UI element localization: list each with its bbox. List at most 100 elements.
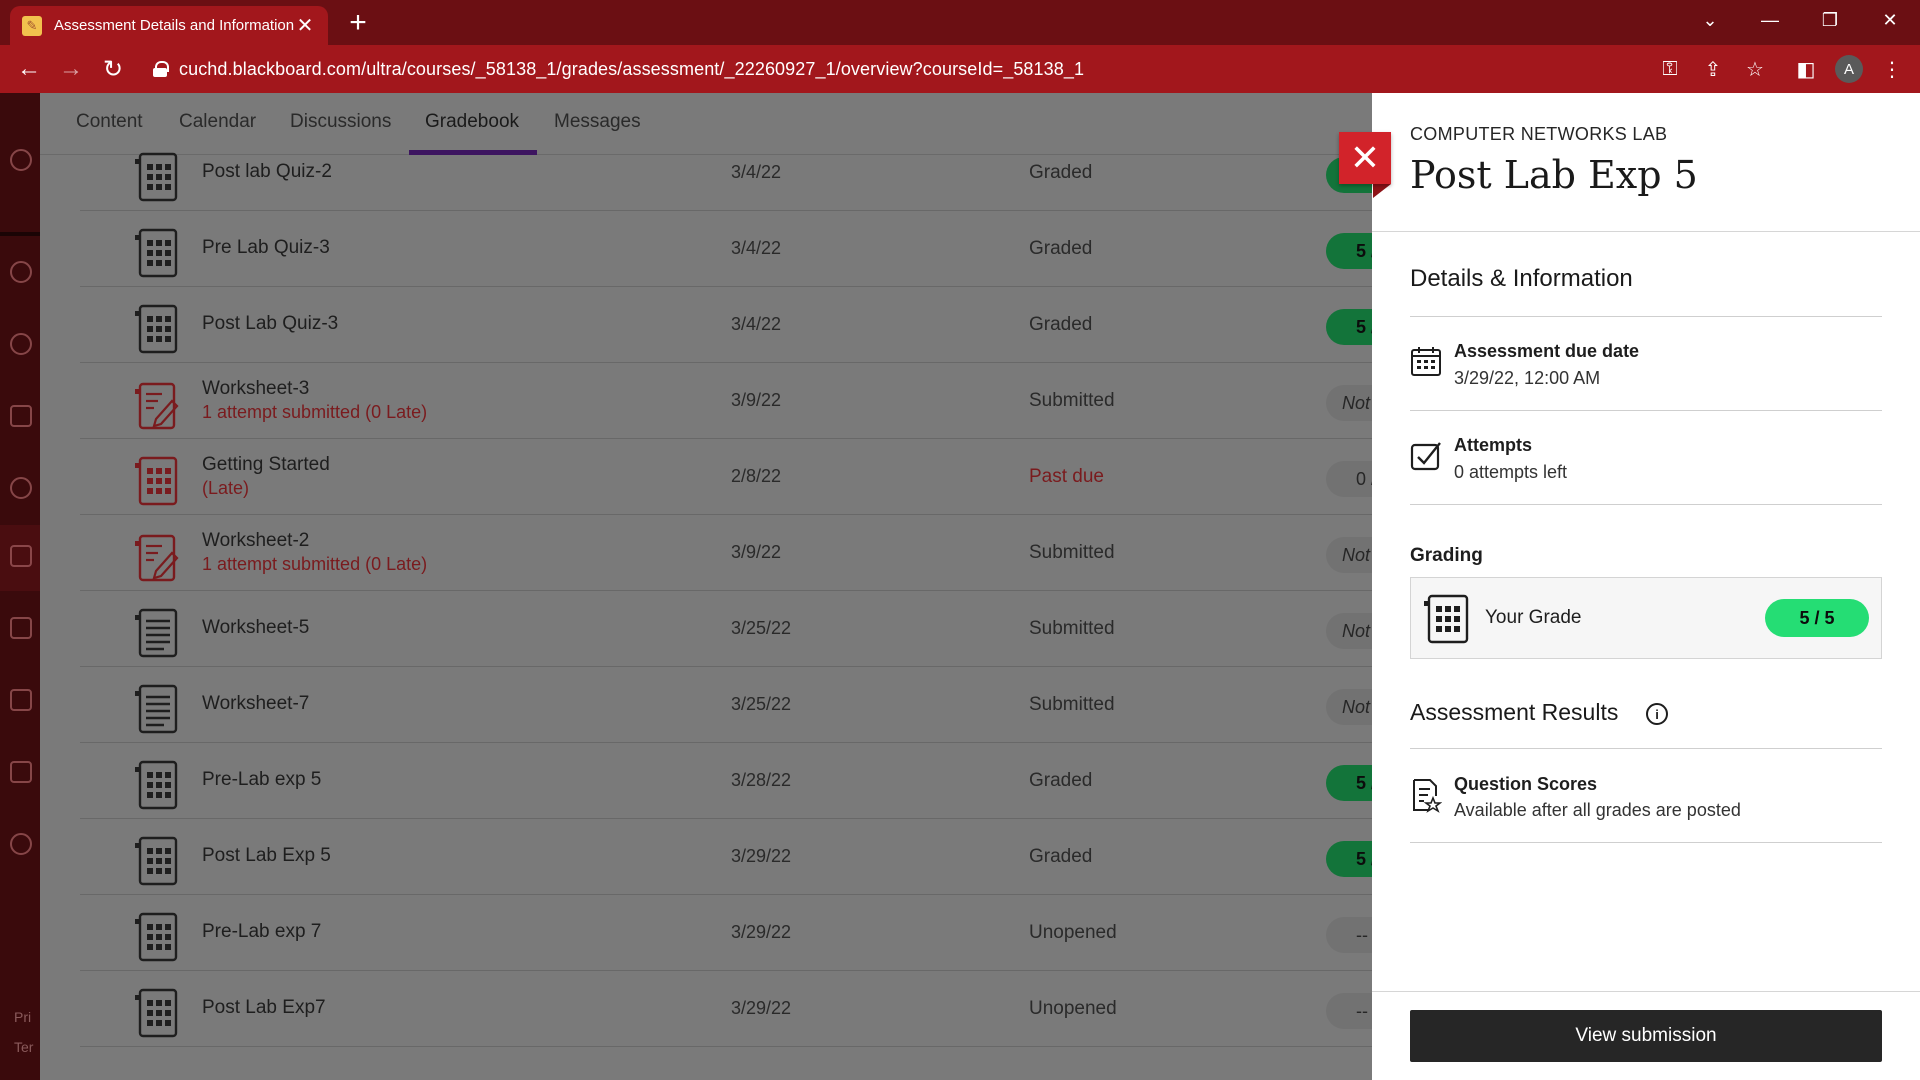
due-date-label: Assessment due date [1454,341,1640,361]
grade-pill[interactable]: 5 / 5 [1326,765,1372,801]
document-icon [132,607,180,658]
assessment-details-panel: COMPUTER NETWORKS LAB Post Lab Exp 5 Det… [1372,93,1920,1080]
grade-pill[interactable]: Not grad [1326,537,1372,573]
grade-pill[interactable]: -- / 5 [1326,993,1372,1029]
gradebook-row[interactable]: Getting Started(Late) 2/8/22 Past due 0 / 0 [80,439,1372,515]
messages-icon[interactable] [10,617,32,639]
item-title[interactable]: Worksheet-5 [202,617,309,639]
grade-pill[interactable]: Not grad [1326,613,1372,649]
view-submission-button[interactable]: View submission [1410,1010,1882,1062]
tab-search-icon[interactable]: ⌄ [1680,0,1740,40]
status-text: Graded [1029,314,1093,335]
grade-pill[interactable]: Not grad [1326,385,1372,421]
item-title[interactable]: Post lab Quiz-2 [202,161,332,183]
globe-icon[interactable] [10,333,32,355]
item-title[interactable]: Post Lab Exp 5 [202,845,331,867]
item-title[interactable]: Worksheet-3 [202,378,309,400]
privacy-link[interactable]: Pri [14,1009,31,1025]
gradebook-row[interactable]: Worksheet-7 3/25/22 Submitted Not grad [80,667,1372,743]
window-close-button[interactable]: ✕ [1860,0,1920,40]
calendar-icon[interactable] [10,545,32,567]
bookmark-star-icon[interactable]: ☆ [1741,55,1769,83]
grade-pill[interactable]: 5 / 5 [1326,233,1372,269]
gradebook-row[interactable]: Post Lab Quiz-3 3/4/22 Graded 5 / 5 [80,287,1372,363]
gradebook-row[interactable]: Pre-Lab exp 5 3/28/22 Graded 5 / 5 [80,743,1372,819]
quiz-icon [132,911,180,962]
item-title[interactable]: Pre-Lab exp 7 [202,921,321,943]
back-arrow-icon[interactable]: ← [8,48,50,90]
groups-icon[interactable] [10,477,32,499]
tab-discussions[interactable]: Discussions [290,111,391,133]
courses-icon[interactable] [10,405,32,427]
attempts-divider [1410,504,1882,505]
url-text: cuchd.blackboard.com/ultra/courses/_5813… [179,58,1085,79]
forward-arrow-icon[interactable]: → [50,48,92,90]
item-title[interactable]: Worksheet-7 [202,693,309,715]
minimize-button[interactable]: — [1740,0,1800,40]
browser-toolbar: ← → ↻ cuchd.blackboard.com/ultra/courses… [0,45,1920,93]
gradebook-row[interactable]: Post Lab Exp7 3/29/22 Unopened -- / 5 [80,971,1372,1047]
item-title[interactable]: Pre Lab Quiz-3 [202,237,330,259]
browser-tab-active[interactable]: ✎ Assessment Details and Information ✕ [10,6,328,45]
item-title[interactable]: Worksheet-2 [202,530,309,552]
tab-messages[interactable]: Messages [554,111,641,133]
restore-button[interactable]: ❐ [1800,0,1860,40]
status-text: Submitted [1029,694,1115,715]
status-text: Submitted [1029,390,1115,411]
gradebook-row[interactable]: Worksheet-2 1 attempt submitted (0 Late) 3… [80,515,1372,591]
new-tab-button[interactable]: + [340,6,376,42]
share-icon[interactable]: ⇪ [1699,55,1727,83]
side-panel-icon[interactable]: ◧ [1792,55,1820,83]
due-date: 3/29/22 [731,998,792,1018]
close-panel-button[interactable]: ✕ [1339,132,1391,184]
question-scores-divider [1410,842,1882,843]
item-subtitle: (Late) [202,478,250,498]
tab-content[interactable]: Content [76,111,143,133]
grade-pill[interactable]: 0 / 0 [1326,461,1372,497]
info-icon[interactable]: i [1646,703,1668,725]
terms-link[interactable]: Ter [14,1039,33,1055]
item-title[interactable]: Post Lab Quiz-3 [202,313,338,335]
item-title[interactable]: Post Lab Exp7 [202,997,326,1019]
your-grade-card[interactable]: Your Grade 5 / 5 [1410,577,1882,659]
lock-icon [153,61,169,77]
grade-pill[interactable]: 5 / 5 [1326,841,1372,877]
tab-calendar[interactable]: Calendar [179,111,256,133]
due-date: 3/28/22 [731,770,792,790]
sign-out-icon[interactable] [10,833,32,855]
address-bar[interactable]: cuchd.blackboard.com/ultra/courses/_5813… [145,51,1755,87]
quiz-icon [132,227,180,278]
item-title[interactable]: Pre-Lab exp 5 [202,769,321,791]
grade-pill[interactable]: 5 / 5 [1326,309,1372,345]
grade-pill[interactable]: Not grad [1326,689,1372,725]
due-date: 3/4/22 [731,314,782,334]
menu-kebab-icon[interactable]: ⋮ [1878,55,1906,83]
profile-icon[interactable] [10,261,32,283]
gradebook-row[interactable]: Post lab Quiz-23/4/22Graded5 / [80,135,1372,211]
gear-icon[interactable] [10,149,32,171]
item-title[interactable]: Getting Started [202,454,330,476]
quiz-icon [132,835,180,886]
tab-close-icon[interactable]: ✕ [294,13,316,38]
gradebook-row[interactable]: Pre-Lab exp 7 3/29/22 Unopened -- / 5 [80,895,1372,971]
your-grade-pill[interactable]: 5 / 5 [1765,599,1869,637]
key-icon[interactable]: ⚿ [1656,55,1684,83]
status-text: Graded [1029,770,1093,791]
gradebook-row[interactable]: Worksheet-3 1 attempt submitted (0 Late) 3… [80,363,1372,439]
reload-icon[interactable]: ↻ [92,48,134,90]
profile-avatar[interactable]: A [1835,55,1863,83]
grades-icon[interactable] [10,689,32,711]
gradebook-row[interactable]: Pre Lab Quiz-3 3/4/22 Graded 5 / 5 [80,211,1372,287]
panel-title: Post Lab Exp 5 [1410,153,1698,197]
institution-rail: Pri Ter [0,93,40,1080]
tools-icon[interactable] [10,761,32,783]
grade-pill[interactable]: -- / 5 [1326,917,1372,953]
footer-divider [1372,991,1920,992]
tab-gradebook[interactable]: Gradebook [425,111,519,133]
gradebook-row[interactable]: Worksheet-5 3/25/22 Submitted Not grad [80,591,1372,667]
assignment-edit-icon [132,379,180,430]
close-button-tail [1373,184,1391,198]
due-date: 3/25/22 [731,618,792,638]
gradebook-row[interactable]: Post Lab Exp 5 3/29/22 Graded 5 / 5 [80,819,1372,895]
due-divider [1410,410,1882,411]
